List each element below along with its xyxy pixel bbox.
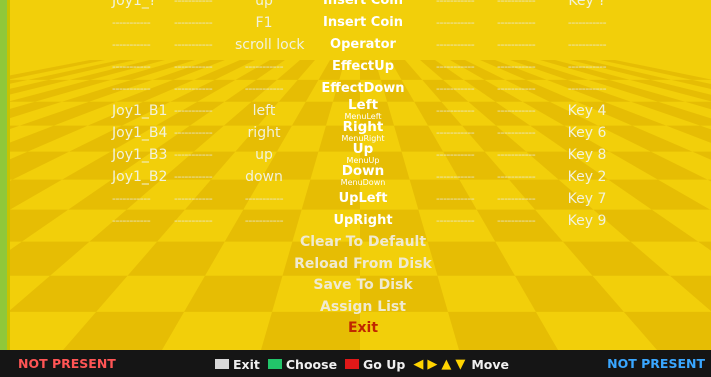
binding-c3[interactable]: ----------- [436, 12, 494, 34]
move-hint: Move [471, 356, 510, 372]
binding-c4[interactable]: ----------- [497, 100, 555, 122]
mapping-row[interactable]: ----------- ----------- ----------- -------… [0, 188, 711, 210]
choose-hint: Choose [285, 356, 338, 372]
menu-item[interactable]: Assign List [263, 297, 463, 317]
mapping-row[interactable]: Joy1_B2 ----------- down ----------- -------… [0, 163, 711, 188]
binding-c1[interactable]: ----------- [174, 100, 232, 122]
binding-c1[interactable]: ----------- [174, 56, 232, 78]
function-label: Down [341, 163, 385, 179]
function-label: EffectUp [331, 59, 394, 74]
binding-c1[interactable]: ----------- [174, 188, 232, 210]
binding-c1[interactable]: ----------- [174, 12, 232, 34]
binding-c4[interactable]: ----------- [497, 122, 555, 144]
binding-c5[interactable]: Key 4 [558, 100, 616, 122]
button-hints: Exit Choose Go Up ◀ ▶ ▲ ▼ Move [215, 355, 509, 373]
binding-c3[interactable]: ----------- [436, 78, 494, 100]
exit-hint: Exit [233, 356, 260, 372]
down-arrow-icon: ▼ [455, 356, 466, 372]
status-bar: NOT PRESENT Exit Choose Go Up ◀ ▶ ▲ ▼ Mo… [0, 350, 711, 377]
mapping-row[interactable]: ----------- ----------- scroll lock -------… [0, 34, 711, 56]
binding-c5[interactable]: ----------- [558, 12, 616, 34]
binding-c5[interactable]: Key 2 [558, 166, 616, 188]
function-sublabel: MenuDown [340, 178, 386, 187]
function-label: Operator [330, 37, 396, 52]
player1-status: NOT PRESENT [18, 356, 116, 371]
binding-c3[interactable]: ----------- [436, 34, 494, 56]
binding-c3[interactable]: ----------- [436, 100, 494, 122]
binding-c5[interactable]: ----------- [558, 56, 616, 78]
binding-c1[interactable]: ----------- [174, 166, 232, 188]
menu-item[interactable]: Exit [263, 318, 463, 338]
binding-c0[interactable]: Joy1_B2 [112, 166, 168, 188]
binding-c0[interactable]: ----------- [112, 56, 168, 78]
input-mapping-screen: Joy1_? ----------- up ----------- ----------… [0, 0, 711, 377]
binding-c1[interactable]: ----------- [174, 78, 232, 100]
goup-button-icon [345, 359, 360, 369]
choose-button-icon [267, 359, 282, 369]
binding-c4[interactable]: ----------- [497, 78, 555, 100]
binding-c3[interactable]: ----------- [436, 56, 494, 78]
binding-c5[interactable]: Key ? [558, 0, 616, 12]
function-label: Left [347, 97, 379, 113]
mapping-row[interactable]: ----------- ----------- F1 ----------- -----… [0, 12, 711, 34]
binding-c4[interactable]: ----------- [497, 34, 555, 56]
function-label: Up [352, 141, 374, 157]
binding-c0[interactable]: ----------- [112, 188, 168, 210]
binding-c0[interactable]: Joy1_B4 [112, 122, 168, 144]
binding-c1[interactable]: ----------- [174, 122, 232, 144]
binding-c4[interactable]: ----------- [497, 56, 555, 78]
binding-c3[interactable]: ----------- [436, 188, 494, 210]
goup-hint: Go Up [363, 356, 406, 372]
binding-c0[interactable]: Joy1_B3 [112, 144, 168, 166]
function-label: UpRight [333, 213, 393, 228]
binding-c3[interactable]: ----------- [436, 166, 494, 188]
binding-c5[interactable]: Key 8 [558, 144, 616, 166]
menu-item[interactable]: Save To Disk [263, 275, 463, 295]
binding-c0[interactable]: ----------- [112, 12, 168, 34]
binding-c5[interactable]: Key 6 [558, 122, 616, 144]
binding-c5[interactable]: ----------- [558, 34, 616, 56]
function-label: Right [342, 119, 384, 135]
binding-c4[interactable]: ----------- [497, 188, 555, 210]
function-label: Insert Coin [323, 15, 403, 30]
mapping-row[interactable]: ----------- ----------- ----------- -------… [0, 210, 711, 232]
binding-c0[interactable]: ----------- [112, 210, 168, 232]
binding-c5[interactable]: ----------- [558, 78, 616, 100]
binding-c3[interactable]: ----------- [436, 0, 494, 12]
right-arrow-icon: ▶ [427, 356, 438, 372]
mapping-row[interactable]: Joy1_? ----------- up ----------- ----------… [0, 0, 711, 12]
binding-c0[interactable]: ----------- [112, 34, 168, 56]
binding-c5[interactable]: Key 9 [558, 210, 616, 232]
mapping-row[interactable]: ----------- ----------- ----------- -------… [0, 56, 711, 78]
binding-c1[interactable]: ----------- [174, 144, 232, 166]
function-label: UpLeft [338, 191, 388, 206]
binding-c0[interactable]: Joy1_B1 [112, 100, 168, 122]
binding-c4[interactable]: ----------- [497, 144, 555, 166]
binding-c1[interactable]: ----------- [174, 0, 232, 12]
menu-item[interactable]: Reload From Disk [263, 254, 463, 274]
function-label: Insert Coin [323, 0, 403, 8]
binding-c3[interactable]: ----------- [436, 210, 494, 232]
binding-c4[interactable]: ----------- [497, 166, 555, 188]
binding-c3[interactable]: ----------- [436, 144, 494, 166]
menu-item[interactable]: Clear To Default [263, 232, 463, 252]
up-arrow-icon: ▲ [441, 356, 452, 372]
binding-c4[interactable]: ----------- [497, 0, 555, 12]
left-arrow-icon: ◀ [413, 356, 424, 372]
binding-c1[interactable]: ----------- [174, 210, 232, 232]
binding-c1[interactable]: ----------- [174, 34, 232, 56]
binding-c5[interactable]: Key 7 [558, 188, 616, 210]
binding-c4[interactable]: ----------- [497, 210, 555, 232]
binding-c0[interactable]: ----------- [112, 78, 168, 100]
player2-status: NOT PRESENT [607, 356, 705, 371]
exit-button-icon [215, 359, 229, 369]
binding-c4[interactable]: ----------- [497, 12, 555, 34]
binding-c3[interactable]: ----------- [436, 122, 494, 144]
binding-c0[interactable]: Joy1_? [112, 0, 168, 12]
